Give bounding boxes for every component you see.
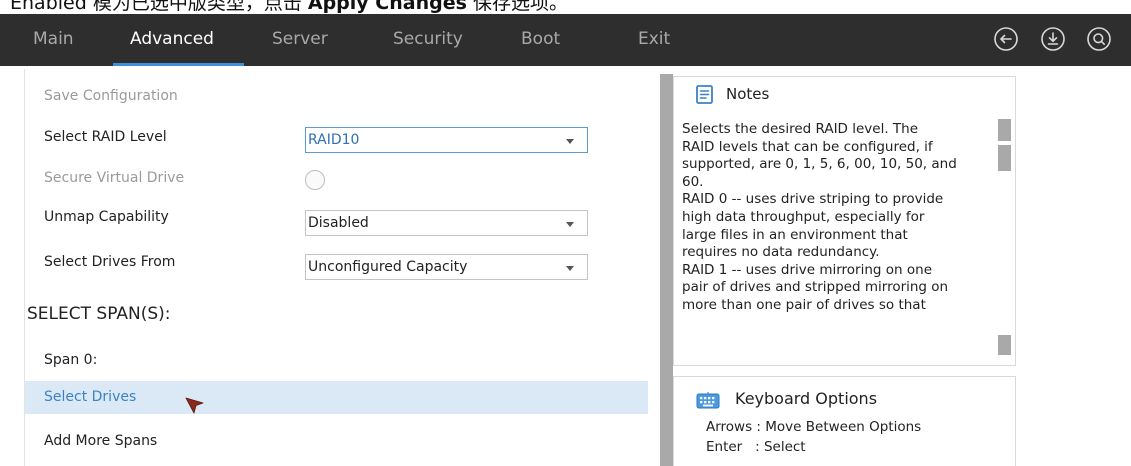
notes-title: Notes [726, 85, 770, 103]
notes-scroll-thumb[interactable] [998, 145, 1011, 171]
save-configuration-item[interactable]: Save Configuration [44, 88, 178, 104]
mouse-cursor-icon [185, 397, 204, 414]
unmap-capability-label: Unmap Capability [44, 209, 169, 225]
tab-security[interactable]: Security [393, 14, 463, 66]
chevron-down-icon [566, 139, 574, 144]
tab-advanced[interactable]: Advanced [130, 14, 214, 66]
tab-server[interactable]: Server [272, 14, 328, 66]
notes-panel: Notes Selects the desired RAID level. Th… [673, 76, 1016, 366]
notes-icon [696, 85, 713, 104]
select-drives-link[interactable]: Select Drives [44, 389, 136, 405]
notes-scroll-down[interactable] [998, 335, 1011, 355]
drives-from-dropdown[interactable]: Unconfigured Capacity [305, 254, 588, 280]
tab-exit[interactable]: Exit [638, 14, 670, 66]
panel-scrollbar[interactable] [660, 74, 673, 466]
raid-level-dropdown[interactable]: RAID10 [305, 127, 588, 153]
unmap-capability-dropdown[interactable]: Disabled [305, 210, 588, 236]
keyboard-icon [696, 392, 720, 409]
drives-from-value: Unconfigured Capacity [308, 259, 468, 275]
secure-virtual-drive-radio[interactable] [305, 170, 325, 190]
keyboard-option-line: Enter : Select [706, 439, 806, 455]
tab-main[interactable]: Main [33, 14, 74, 66]
secure-virtual-drive-label: Secure Virtual Drive [44, 170, 185, 186]
keyboard-option-line: Arrows : Move Between Options [706, 419, 922, 435]
back-circle-icon[interactable] [993, 26, 1019, 52]
keyboard-options-panel: Keyboard Options Arrows : Move Between O… [673, 376, 1016, 466]
notes-scroll-up[interactable] [998, 119, 1011, 141]
instruction-caption: Enabled 模为已选中版类型，点击 Apply Changes 保存选项。 [0, 0, 1131, 14]
add-more-spans-link[interactable]: Add More Spans [44, 433, 157, 449]
notes-scrollbar[interactable] [998, 119, 1011, 355]
select-spans-heading: SELECT SPAN(S): [27, 304, 171, 324]
select-drives-from-label: Select Drives From [44, 254, 176, 270]
select-raid-level-label: Select RAID Level [44, 129, 167, 145]
download-circle-icon[interactable] [1040, 26, 1066, 52]
caption-prefix: Enabled 模为已选中版类型，点击 [10, 0, 308, 14]
instruction-caption-text: Enabled 模为已选中版类型，点击 Apply Changes 保存选项。 [10, 0, 568, 13]
notes-body: Selects the desired RAID level. The RAID… [682, 121, 957, 313]
chevron-down-icon [566, 266, 574, 271]
span-0-label: Span 0: [44, 352, 98, 368]
search-circle-icon[interactable] [1086, 26, 1112, 52]
chevron-down-icon [566, 222, 574, 227]
keyboard-options-title: Keyboard Options [735, 389, 878, 408]
caption-suffix: 保存选项。 [466, 0, 568, 14]
caption-bold: Apply Changes [307, 0, 467, 14]
raid-level-value: RAID10 [308, 132, 360, 148]
unmap-capability-value: Disabled [308, 215, 369, 231]
bios-top-bar: Main Advanced Server Security Boot Exit [0, 14, 1131, 66]
tab-boot[interactable]: Boot [521, 14, 560, 66]
